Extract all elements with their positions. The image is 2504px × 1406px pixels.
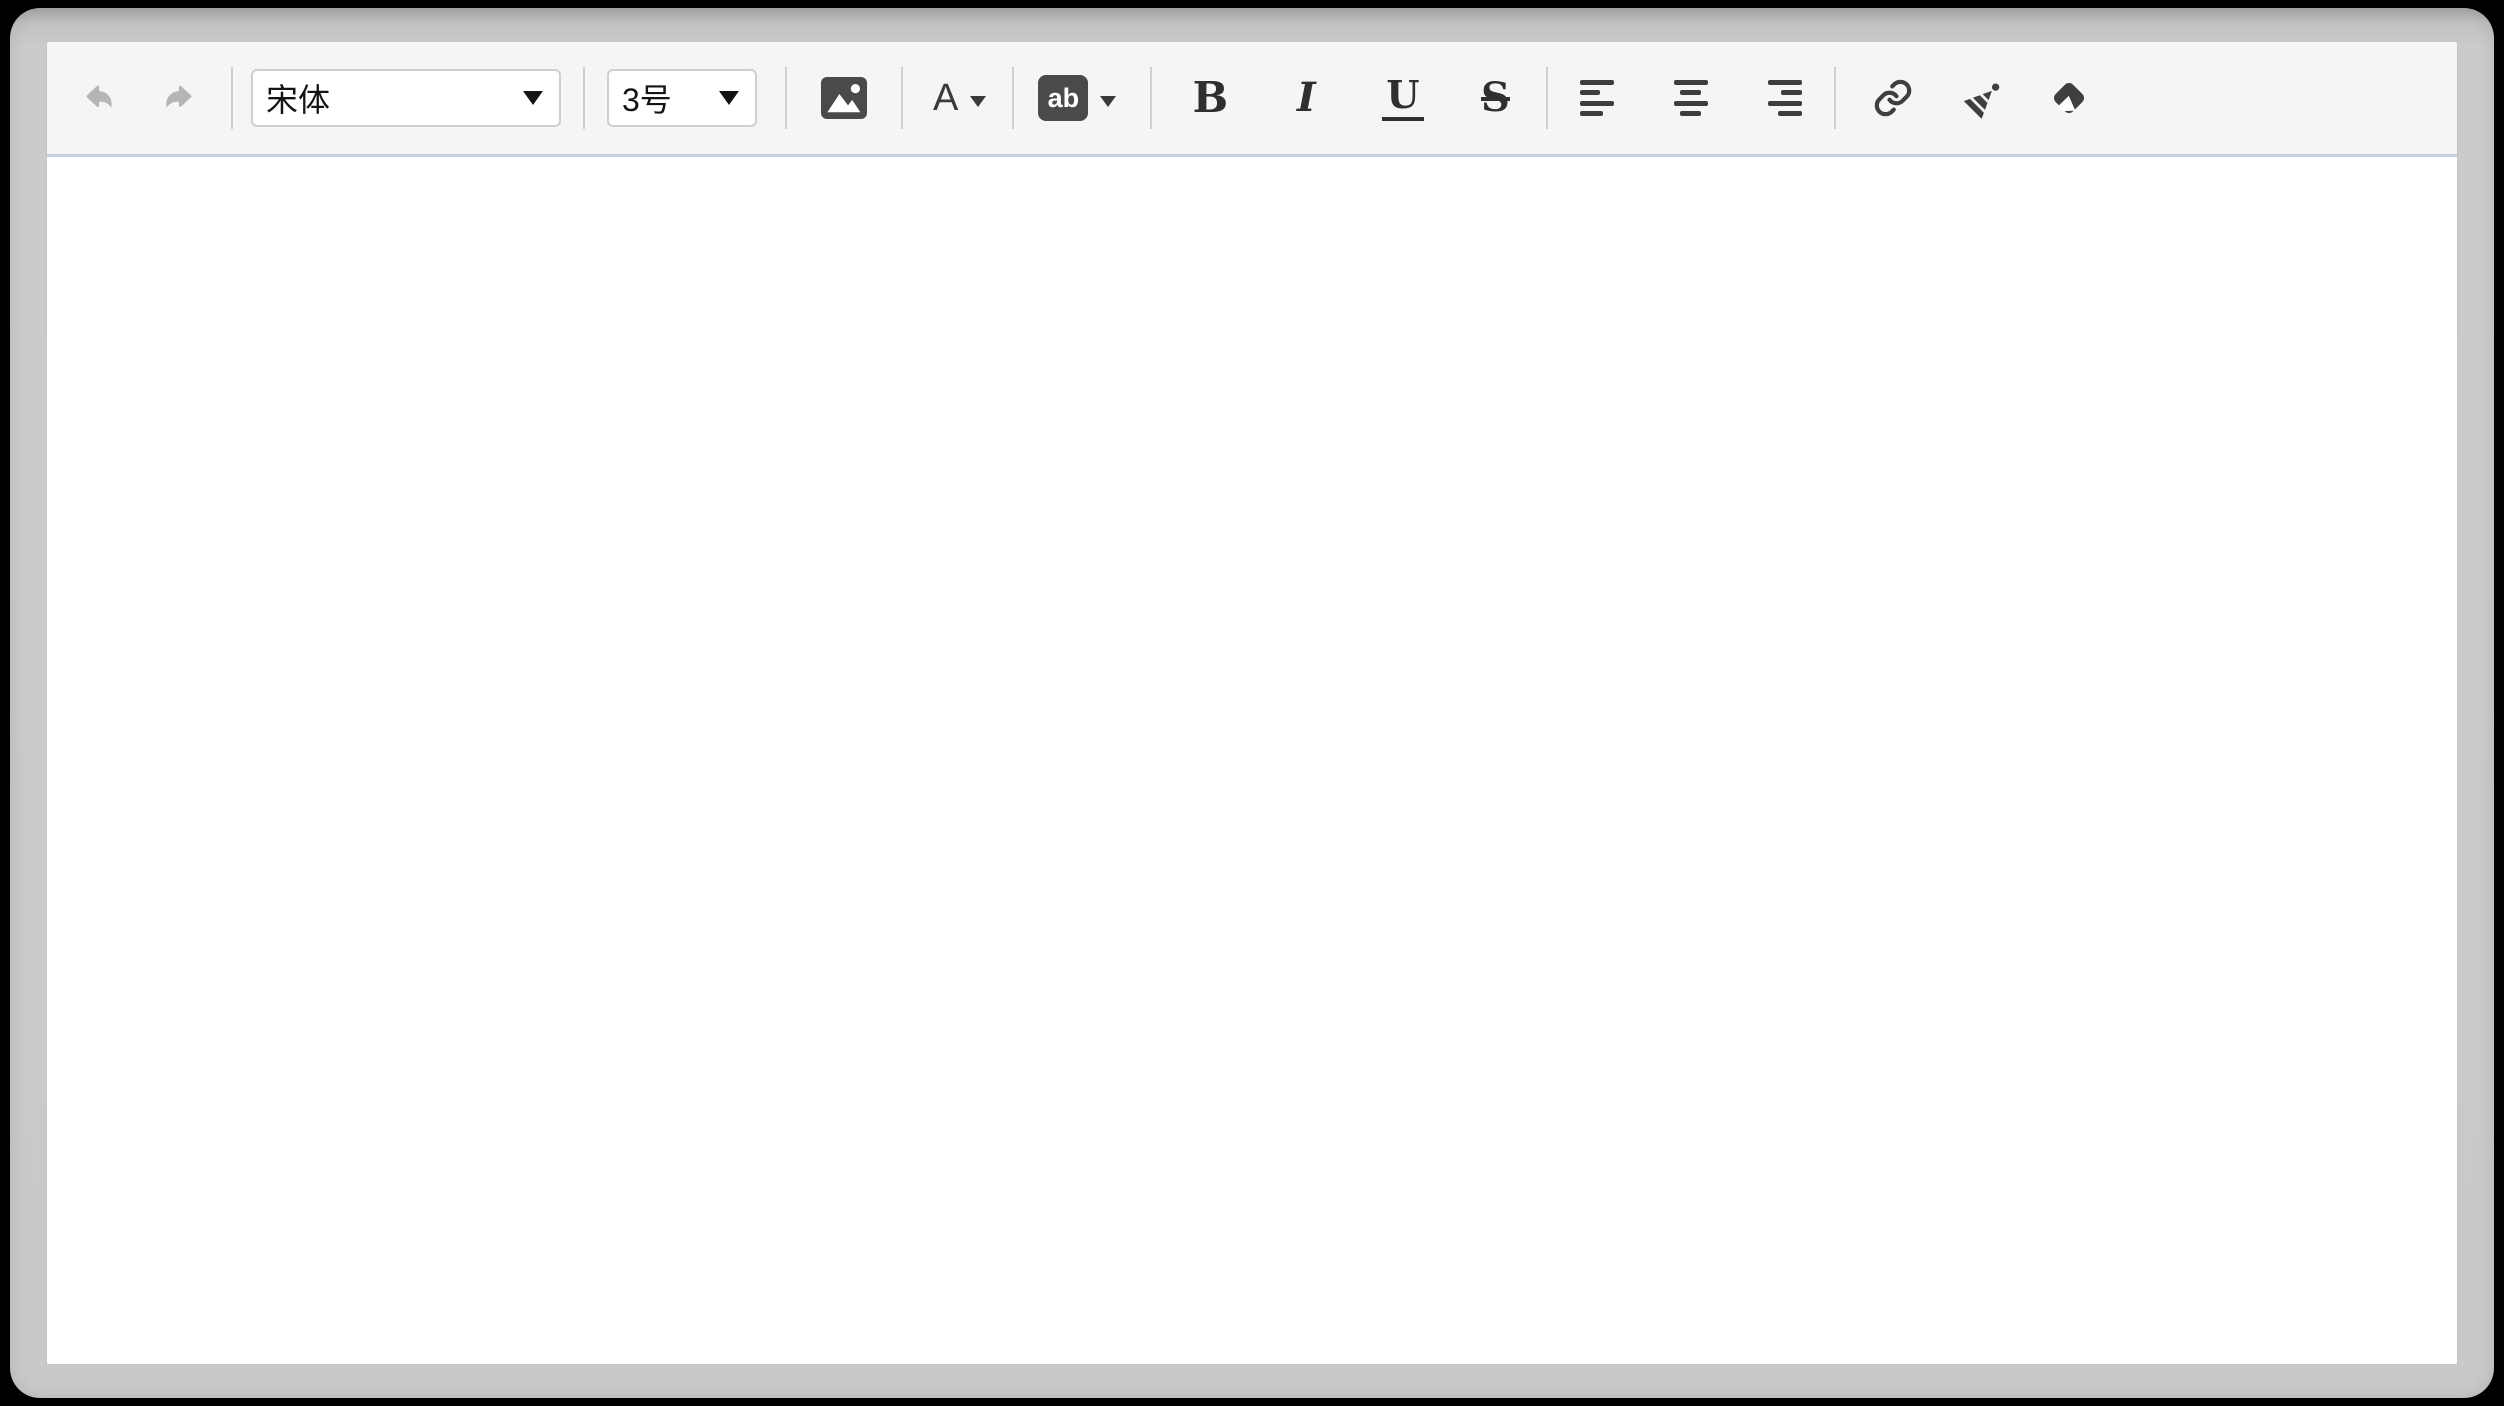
bold-label: B <box>1190 77 1230 119</box>
italic-label: I <box>1286 78 1326 118</box>
align-center-icon <box>1674 80 1708 116</box>
undo-button[interactable] <box>81 85 113 111</box>
toolbar-separator <box>1150 67 1152 129</box>
bold-button[interactable]: B <box>1190 77 1230 119</box>
toolbar-separator <box>231 67 233 129</box>
align-left-icon <box>1580 80 1614 116</box>
undo-arrow-icon <box>81 85 113 111</box>
underline-button[interactable]: U <box>1382 76 1423 121</box>
toolbar-separator <box>785 67 787 129</box>
image-icon <box>821 77 867 119</box>
toolbar-separator <box>1546 67 1548 129</box>
insert-image-button[interactable] <box>821 77 867 119</box>
dropdown-caret-icon <box>970 96 986 107</box>
format-painter-button[interactable] <box>1962 77 2004 119</box>
align-left-button[interactable] <box>1580 80 1614 116</box>
toolbar-separator <box>583 67 585 129</box>
redo-arrow-icon <box>165 85 197 111</box>
toolbar-separator <box>1834 67 1836 129</box>
editor-content-area[interactable] <box>47 157 2457 1364</box>
dropdown-arrow-icon <box>523 91 543 105</box>
font-color-label: A <box>933 79 958 117</box>
toolbar-separator <box>1012 67 1014 129</box>
highlight-color-button[interactable]: ab <box>1038 75 1116 121</box>
font-color-button[interactable]: A <box>933 79 986 117</box>
dropdown-arrow-icon <box>719 91 739 105</box>
align-right-button[interactable] <box>1768 80 1802 116</box>
clear-format-button[interactable] <box>2048 77 2090 119</box>
underline-label: U <box>1386 72 1419 117</box>
underline-icon: U <box>1382 76 1423 121</box>
editor-toolbar: 宋体 3号 <box>47 42 2457 157</box>
eraser-icon <box>2048 77 2090 119</box>
dropdown-caret-icon <box>1100 96 1116 107</box>
align-right-icon <box>1768 80 1802 116</box>
font-size-value: 3号 <box>622 75 707 121</box>
italic-button[interactable]: I <box>1286 78 1326 118</box>
editor-window-frame: 宋体 3号 <box>10 8 2494 1398</box>
align-center-button[interactable] <box>1674 80 1708 116</box>
link-icon <box>1872 77 1914 119</box>
toolbar-separator <box>901 67 903 129</box>
strikethrough-label: S <box>1476 78 1516 118</box>
rich-text-editor: 宋体 3号 <box>46 41 2458 1365</box>
paint-brush-icon <box>1962 77 2004 119</box>
font-family-select[interactable]: 宋体 <box>251 69 561 127</box>
insert-link-button[interactable] <box>1872 77 1914 119</box>
font-size-select[interactable]: 3号 <box>607 69 757 127</box>
strikethrough-button[interactable]: S <box>1476 78 1516 118</box>
highlight-color-chip: ab <box>1038 75 1088 121</box>
font-family-value: 宋体 <box>266 75 511 121</box>
redo-button[interactable] <box>165 85 197 111</box>
